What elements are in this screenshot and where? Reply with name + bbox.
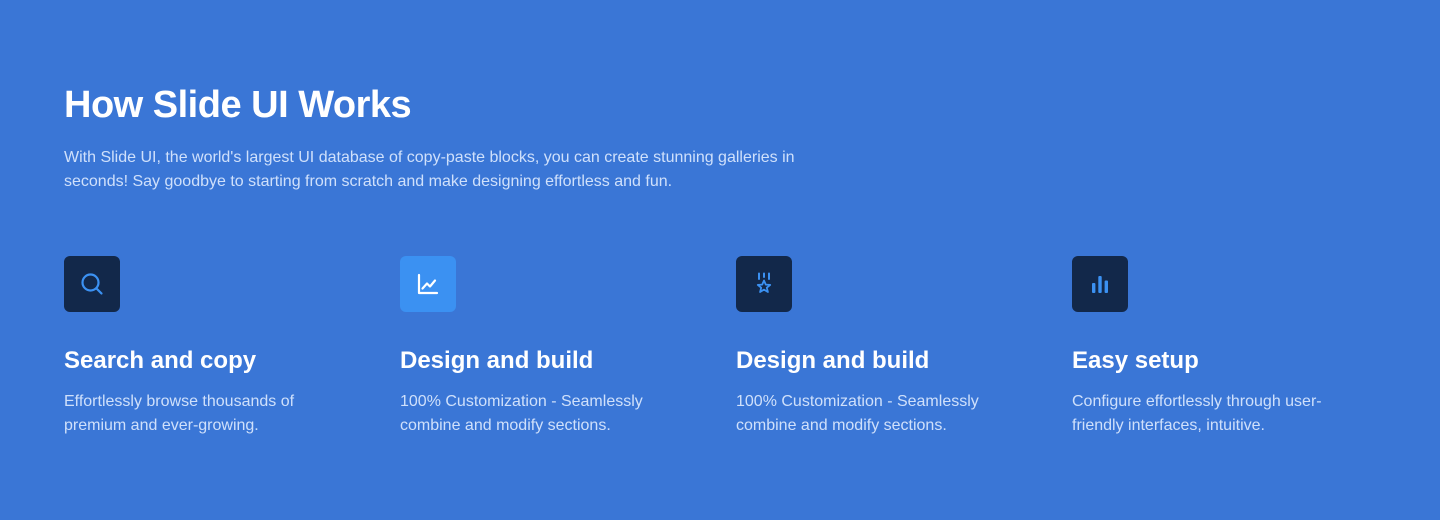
feature-card-design: Design and build 100% Customization - Se… (400, 256, 736, 438)
bar-chart-icon (1092, 276, 1108, 293)
how-it-works-section: How Slide UI Works With Slide UI, the wo… (0, 0, 1440, 520)
feature-description: Effortlessly browse thousands of premium… (64, 393, 295, 434)
feature-description: Configure effortlessly through user-frie… (1072, 393, 1322, 434)
search-icon (81, 273, 103, 295)
feature-card-search: Search and copy Effortlessly browse thou… (64, 256, 400, 438)
feature-card-build: Design and build 100% Customization - Se… (736, 256, 1072, 438)
feature-icon-box (64, 256, 120, 312)
feature-icon-box (736, 256, 792, 312)
feature-description: 100% Customization - Seamlessly combine … (400, 393, 643, 434)
feature-card-setup: Easy setup Configure effortlessly throug… (1072, 256, 1408, 438)
features-grid: Search and copy Effortlessly browse thou… (64, 256, 1408, 438)
feature-description: 100% Customization - Seamlessly combine … (736, 393, 979, 434)
medal-star-icon (756, 272, 772, 293)
feature-title: Search and copy (64, 347, 257, 374)
section-title: How Slide UI Works (64, 84, 412, 126)
line-chart-icon (417, 273, 439, 295)
feature-icon-box (400, 256, 456, 312)
feature-title: Design and build (736, 347, 930, 374)
feature-icon-box (1072, 256, 1128, 312)
feature-title: Design and build (400, 347, 594, 374)
feature-title: Easy setup (1072, 347, 1199, 374)
section-description: With Slide UI, the world's largest UI da… (64, 149, 795, 190)
